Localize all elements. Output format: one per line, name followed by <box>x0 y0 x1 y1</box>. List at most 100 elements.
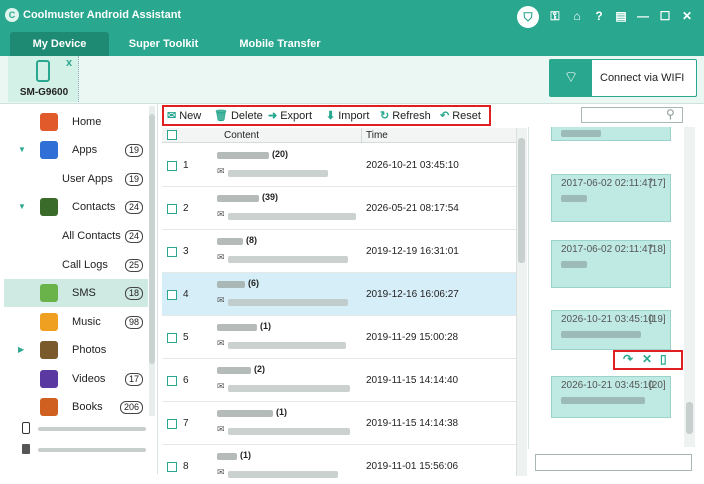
count-badge: 24 <box>125 230 143 243</box>
sd-card-icon <box>22 444 30 454</box>
shop-cart-icon[interactable]: ⛉ <box>517 6 539 28</box>
sidebar-item-apps[interactable]: ▼ Apps 19 <box>4 136 148 164</box>
table-row[interactable]: 3 (8) ✉ 2019-12-19 16:31:01 <box>162 230 516 273</box>
row-checkbox[interactable] <box>167 333 177 343</box>
message-time: 2019-11-29 15:00:28 <box>366 332 459 343</box>
message-bubble[interactable]: 2026-10-21 03:45:10 [20] <box>551 376 671 418</box>
sms-icon <box>40 284 58 302</box>
export-button[interactable]: ➜ Export <box>268 108 312 124</box>
row-number: 5 <box>183 332 189 343</box>
tab-my-device[interactable]: My Device <box>10 32 109 56</box>
sidebar-item-videos[interactable]: Videos 17 <box>4 365 148 393</box>
row-checkbox[interactable] <box>167 290 177 300</box>
table-row[interactable]: 5 (1) ✉ 2019-11-29 15:00:28 <box>162 316 516 359</box>
sidebar-item-label: All Contacts <box>62 230 121 242</box>
count-badge: 19 <box>125 173 143 186</box>
message-text-redacted <box>561 195 587 202</box>
sidebar-item-sms[interactable]: SMS 18 <box>4 279 148 307</box>
help-icon[interactable]: ? <box>592 8 606 24</box>
table-row[interactable]: 2 (39) ✉ 2026-05-21 08:17:54 <box>162 187 516 230</box>
message-preview-redacted <box>228 342 346 349</box>
refresh-button[interactable]: ↻ Refresh <box>380 108 431 124</box>
count-badge: 24 <box>125 201 143 214</box>
row-checkbox[interactable] <box>167 204 177 214</box>
copy-icon[interactable]: ▯ <box>660 352 667 366</box>
sidebar-scroll-thumb[interactable] <box>149 114 155 364</box>
key-icon[interactable]: ⚿ <box>548 8 562 24</box>
sidebar-item-books[interactable]: Books 206 <box>4 393 148 421</box>
search-icon[interactable]: ⚲ <box>666 107 675 121</box>
books-icon <box>40 398 58 416</box>
table-row[interactable]: 6 (2) ✉ 2019-11-15 14:14:40 <box>162 359 516 402</box>
expand-down-icon[interactable]: ▼ <box>18 202 26 211</box>
tab-mobile-transfer[interactable]: Mobile Transfer <box>226 32 334 56</box>
sidebar-item-label: Home <box>72 116 102 128</box>
message-bubble[interactable]: 2017-06-02 02:11:47 [17] <box>551 174 671 222</box>
column-header-time[interactable]: Time <box>366 128 388 143</box>
home-icon[interactable]: ⌂ <box>570 8 584 24</box>
maximize-icon[interactable]: ☐ <box>658 8 672 24</box>
close-icon[interactable]: ✕ <box>680 8 694 24</box>
row-checkbox[interactable] <box>167 419 177 429</box>
new-button[interactable]: ✉ New <box>167 108 201 124</box>
contact-name-redacted <box>217 238 243 245</box>
message-bubble[interactable]: 2026-10-21 03:45:10 [19] <box>551 310 671 350</box>
message-count: (1) <box>240 450 251 460</box>
sidebar-item-call-logs[interactable]: Call Logs 25 <box>4 251 148 279</box>
sidebar-item-label: Call Logs <box>62 259 108 271</box>
delete-message-icon[interactable]: ✕ <box>642 352 652 366</box>
row-checkbox[interactable] <box>167 462 177 472</box>
apps-icon <box>40 141 58 159</box>
message-time: 2019-11-15 14:14:38 <box>366 418 459 429</box>
minimize-icon[interactable]: — <box>636 8 650 24</box>
message-bubble[interactable] <box>551 127 671 141</box>
sidebar-item-photos[interactable]: ▶ Photos <box>4 336 148 364</box>
message-time: 2019-11-15 14:14:40 <box>366 375 459 386</box>
sidebar-item-label: Photos <box>72 344 107 356</box>
sidebar-item-user-apps[interactable]: User Apps 19 <box>4 165 148 193</box>
message-count: (20) <box>272 149 289 159</box>
expand-down-icon[interactable]: ▼ <box>18 145 26 154</box>
row-number: 2 <box>183 203 189 214</box>
table-row[interactable]: 4 (6) ✉ 2019-12-16 16:06:27 <box>162 273 516 316</box>
envelope-icon: ✉ <box>217 252 225 262</box>
message-bubble[interactable]: 2017-06-02 02:11:47 [18] <box>551 240 671 288</box>
table-scroll-thumb[interactable] <box>518 138 525 263</box>
sidebar-item-home[interactable]: Home <box>4 108 148 136</box>
sidebar-item-label: Music <box>72 316 101 328</box>
select-all-checkbox[interactable] <box>167 130 177 140</box>
row-checkbox[interactable] <box>167 161 177 171</box>
envelope-icon: ✉ <box>217 338 225 348</box>
row-checkbox[interactable] <box>167 247 177 257</box>
conversation-scrollbar[interactable] <box>684 127 695 447</box>
phone-icon <box>36 60 50 82</box>
envelope-icon: ✉ <box>217 209 225 219</box>
conversation-scroll-thumb[interactable] <box>686 402 693 434</box>
forward-icon[interactable]: ↷ <box>623 352 633 366</box>
reset-icon: ↶ <box>440 110 450 122</box>
message-index: [20] <box>649 380 666 391</box>
phone-storage-bar <box>38 427 146 431</box>
table-row[interactable]: 7 (1) ✉ 2019-11-15 14:14:38 <box>162 402 516 445</box>
reset-button[interactable]: ↶ Reset <box>440 108 481 124</box>
count-badge: 25 <box>125 259 143 272</box>
row-checkbox[interactable] <box>167 376 177 386</box>
refresh-icon: ↻ <box>380 110 390 122</box>
table-row[interactable]: 1 (20) ✉ 2026-10-21 03:45:10 <box>162 144 516 187</box>
expand-right-icon[interactable]: ▶ <box>18 345 24 354</box>
sidebar-item-all-contacts[interactable]: All Contacts 24 <box>4 222 148 250</box>
feedback-icon[interactable]: ▤ <box>614 8 628 24</box>
delete-button[interactable]: 🗑 Delete <box>214 108 263 124</box>
sidebar-item-music[interactable]: Music 98 <box>4 308 148 336</box>
reply-input[interactable] <box>535 454 692 471</box>
tab-super-toolkit[interactable]: Super Toolkit <box>116 32 211 56</box>
count-badge: 98 <box>125 316 143 329</box>
device-close-icon[interactable]: x <box>66 57 72 69</box>
row-number: 4 <box>183 289 189 300</box>
phone-storage-icon <box>22 422 30 434</box>
table-row[interactable]: 8 (1) ✉ 2019-11-01 15:56:06 <box>162 445 516 484</box>
message-preview-redacted <box>228 428 350 435</box>
import-button[interactable]: ⬇ Import <box>326 108 369 124</box>
column-header-content[interactable]: Content <box>224 128 259 143</box>
sidebar-item-contacts[interactable]: ▼ Contacts 24 <box>4 193 148 221</box>
